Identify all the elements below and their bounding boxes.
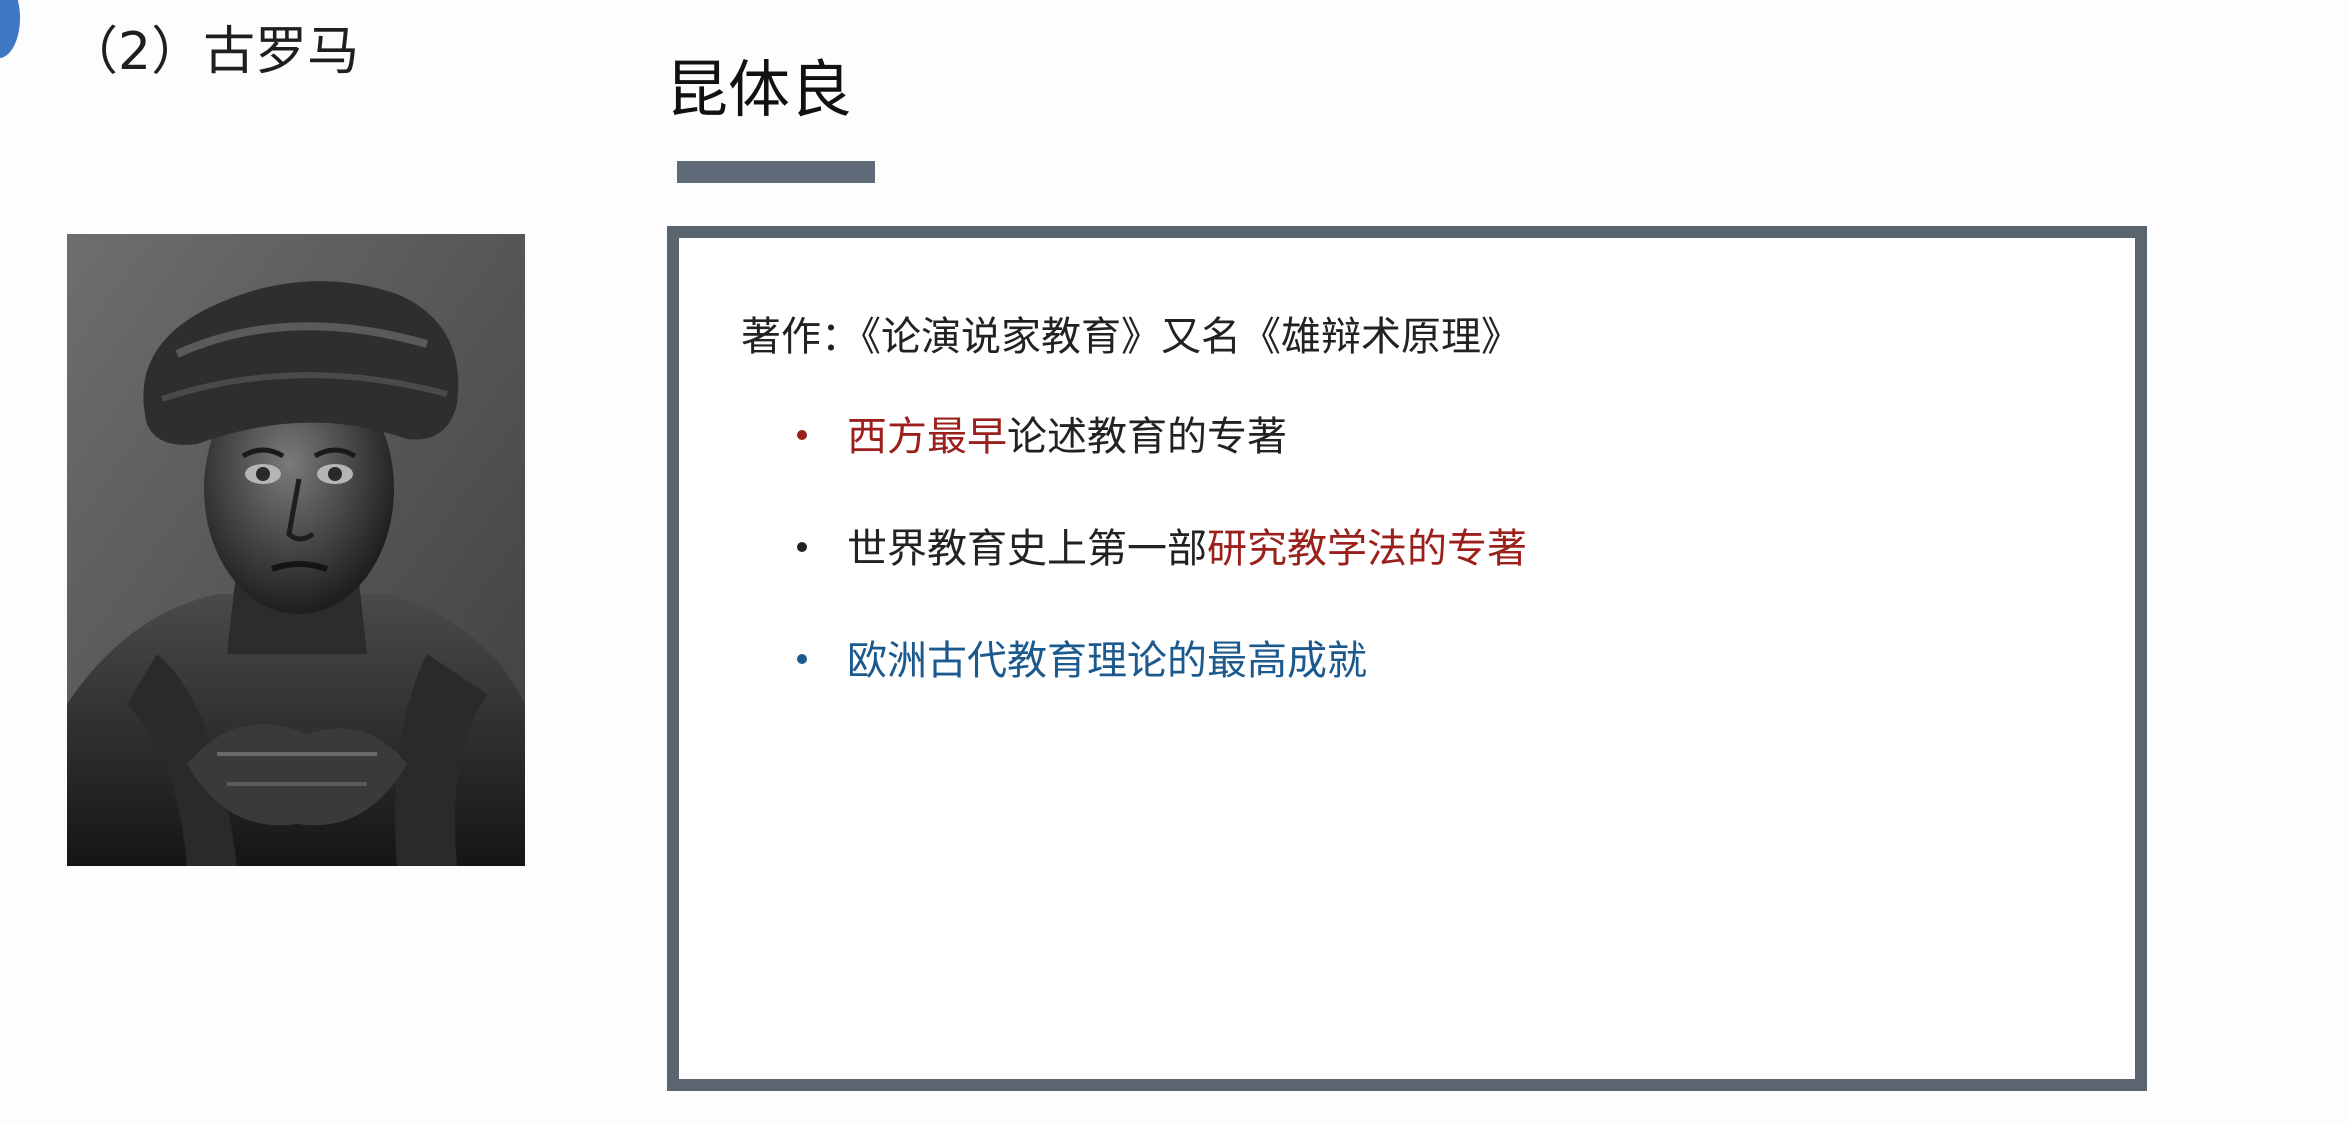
content-box: 著作：《论演说家教育》又名《雄辩术原理》 西方最早论述教育的专著 世界教育史上第…	[667, 226, 2147, 1091]
bullet-dot-icon	[797, 654, 807, 664]
bullet-item-1: 西方最早论述教育的专著	[797, 408, 1287, 466]
section-heading: （2）古罗马	[66, 22, 360, 82]
bullet-dot-icon	[797, 542, 807, 552]
bronze-bust-portrait-icon	[67, 234, 525, 866]
bullet-3-text: 欧洲古代教育理论的最高成就	[847, 638, 1367, 684]
works-line: 著作：《论演说家教育》又名《雄辩术原理》	[741, 314, 1521, 360]
bullet-dot-icon	[797, 430, 807, 440]
page-title: 昆体良	[666, 53, 853, 126]
portrait-image	[67, 234, 525, 866]
bullet-1-text: 论述教育的专著	[1007, 414, 1287, 460]
title-underline	[677, 161, 875, 183]
bullet-item-2: 世界教育史上第一部研究教学法的专著	[797, 520, 1527, 578]
bullet-2-text: 世界教育史上第一部	[847, 526, 1207, 572]
bullet-2-highlight: 研究教学法的专著	[1207, 526, 1527, 572]
bullet-item-3: 欧洲古代教育理论的最高成就	[797, 632, 1367, 690]
corner-accent	[0, 0, 20, 58]
bullet-1-highlight: 西方最早	[847, 414, 1007, 460]
